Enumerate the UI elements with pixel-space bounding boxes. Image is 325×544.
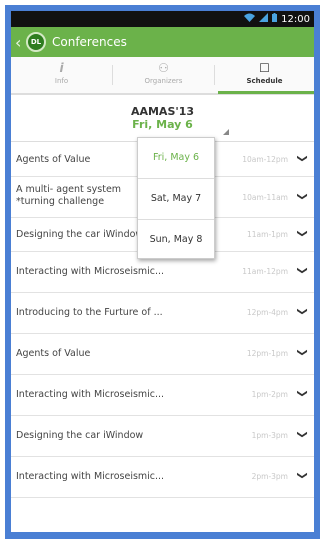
app-screen: 12:00 ‹ DL Conferences i Info ⚇ Organize… [11, 11, 314, 532]
session-row[interactable]: Agents of Value 12pm-1pm ❯ [11, 334, 314, 375]
active-tab-indicator [218, 91, 314, 94]
session-title: Agents of Value [16, 348, 91, 359]
chevron-down-icon[interactable]: ❯ [296, 154, 307, 162]
session-time: 12pm-1pm [246, 349, 288, 358]
app-logo[interactable]: DL [26, 32, 46, 52]
chevron-down-icon[interactable]: ❯ [296, 307, 307, 315]
chevron-down-icon[interactable]: ❯ [296, 430, 307, 438]
schedule-icon: ☐ [259, 61, 270, 75]
conference-date[interactable]: Fri, May 6 [11, 118, 314, 131]
session-time: 12pm-4pm [246, 308, 288, 317]
chevron-down-icon[interactable]: ❯ [296, 192, 307, 200]
session-row[interactable]: Designing the car iWindow 1pm-3pm ❯ [11, 416, 314, 457]
conference-name: AAMAS'13 [130, 105, 195, 118]
dropdown-indicator-icon [223, 129, 229, 135]
clock: 12:00 [281, 13, 310, 25]
status-bar: 12:00 [11, 11, 314, 27]
session-row[interactable]: Introducing to the Furture of ... 12pm-4… [11, 293, 314, 334]
session-row[interactable]: Interacting with Microseismic... 2pm-3pm… [11, 457, 314, 498]
session-time: 1pm-2pm [251, 390, 288, 399]
session-title: Designing the car iWindow [16, 430, 144, 441]
session-time: 1pm-3pm [251, 431, 288, 440]
session-title: A multi- agent system [16, 184, 122, 195]
people-icon: ⚇ [158, 61, 169, 75]
date-option[interactable]: Sat, May 7 [138, 179, 214, 220]
session-time: 10am-11am [242, 193, 288, 202]
session-title-line2: *turning challenge [16, 196, 105, 207]
tab-info-label: Info [54, 77, 69, 85]
session-time: 2pm-3pm [251, 472, 288, 481]
session-title: Agents of Value [16, 154, 91, 165]
session-title: Interacting with Microseismic... [16, 266, 165, 277]
session-title: Interacting with Microseismic... [16, 471, 165, 482]
date-option[interactable]: Fri, May 6 [138, 138, 214, 179]
chevron-down-icon[interactable]: ❯ [296, 229, 307, 237]
date-option[interactable]: Sun, May 8 [138, 220, 214, 260]
session-title: Introducing to the Furture of ... [16, 307, 163, 318]
tab-organizers-label: Organizers [144, 77, 183, 85]
action-bar: ‹ DL Conferences [11, 27, 314, 57]
session-title: Interacting with Microseismic... [16, 389, 165, 400]
page-title: Conferences [52, 35, 127, 49]
session-time: 11am-1pm [247, 230, 288, 239]
tab-schedule[interactable]: ☐ Schedule [215, 57, 314, 91]
date-dropdown-menu: Fri, May 6 Sat, May 7 Sun, May 8 [137, 137, 215, 259]
tab-schedule-label: Schedule [246, 77, 283, 85]
wifi-icon [244, 13, 256, 25]
chevron-down-icon[interactable]: ❯ [296, 266, 307, 274]
session-title: Designing the car iWindow [16, 229, 144, 240]
back-chevron-icon[interactable]: ‹ [15, 33, 23, 52]
chevron-down-icon[interactable]: ❯ [296, 471, 307, 479]
info-icon: i [59, 61, 64, 75]
chevron-down-icon[interactable]: ❯ [296, 389, 307, 397]
signal-icon [259, 13, 269, 25]
device-frame: 12:00 ‹ DL Conferences i Info ⚇ Organize… [5, 5, 320, 539]
tab-bar: i Info ⚇ Organizers ☐ Schedule [11, 57, 314, 95]
chevron-down-icon[interactable]: ❯ [296, 348, 307, 356]
tab-info[interactable]: i Info [11, 57, 112, 91]
session-time: 10am-12pm [242, 155, 288, 164]
tab-organizers[interactable]: ⚇ Organizers [113, 57, 214, 91]
conference-selector[interactable]: AAMAS'13 Fri, May 6 [11, 95, 314, 142]
session-time: 11am-12pm [242, 267, 288, 276]
battery-icon [272, 13, 278, 25]
session-row[interactable]: Interacting with Microseismic... 1pm-2pm… [11, 375, 314, 416]
